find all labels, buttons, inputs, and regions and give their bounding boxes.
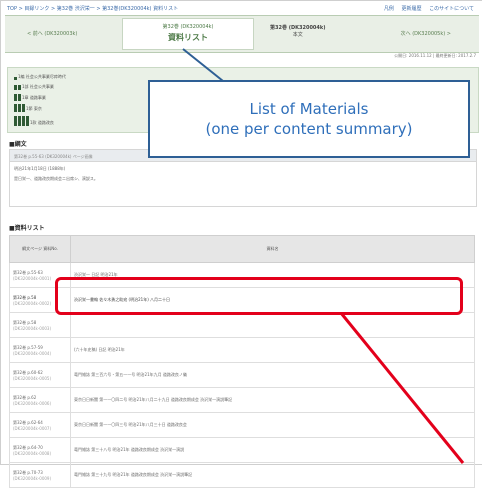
highlight-pointer-line [339,312,465,464]
highlight-pointer [339,312,465,464]
page-frame: TOP > 目録リンク > 第32巻 渋沢栄一 > 第32巻(DK320004k… [0,0,482,488]
table-row: 第32巻 p.70-73 (DK320004k-0009) 竜門雑誌 第三十九号 明… [9,462,475,488]
page-cell[interactable]: 第32巻 p.70-73 (DK320004k-0009) [9,462,71,488]
material-id: (DK320004k-0009) [13,475,52,481]
title-cell[interactable]: 竜門雑誌 第三十九号 明治21年 道路改良期成会 渋沢栄一演説筆記 [70,462,475,488]
